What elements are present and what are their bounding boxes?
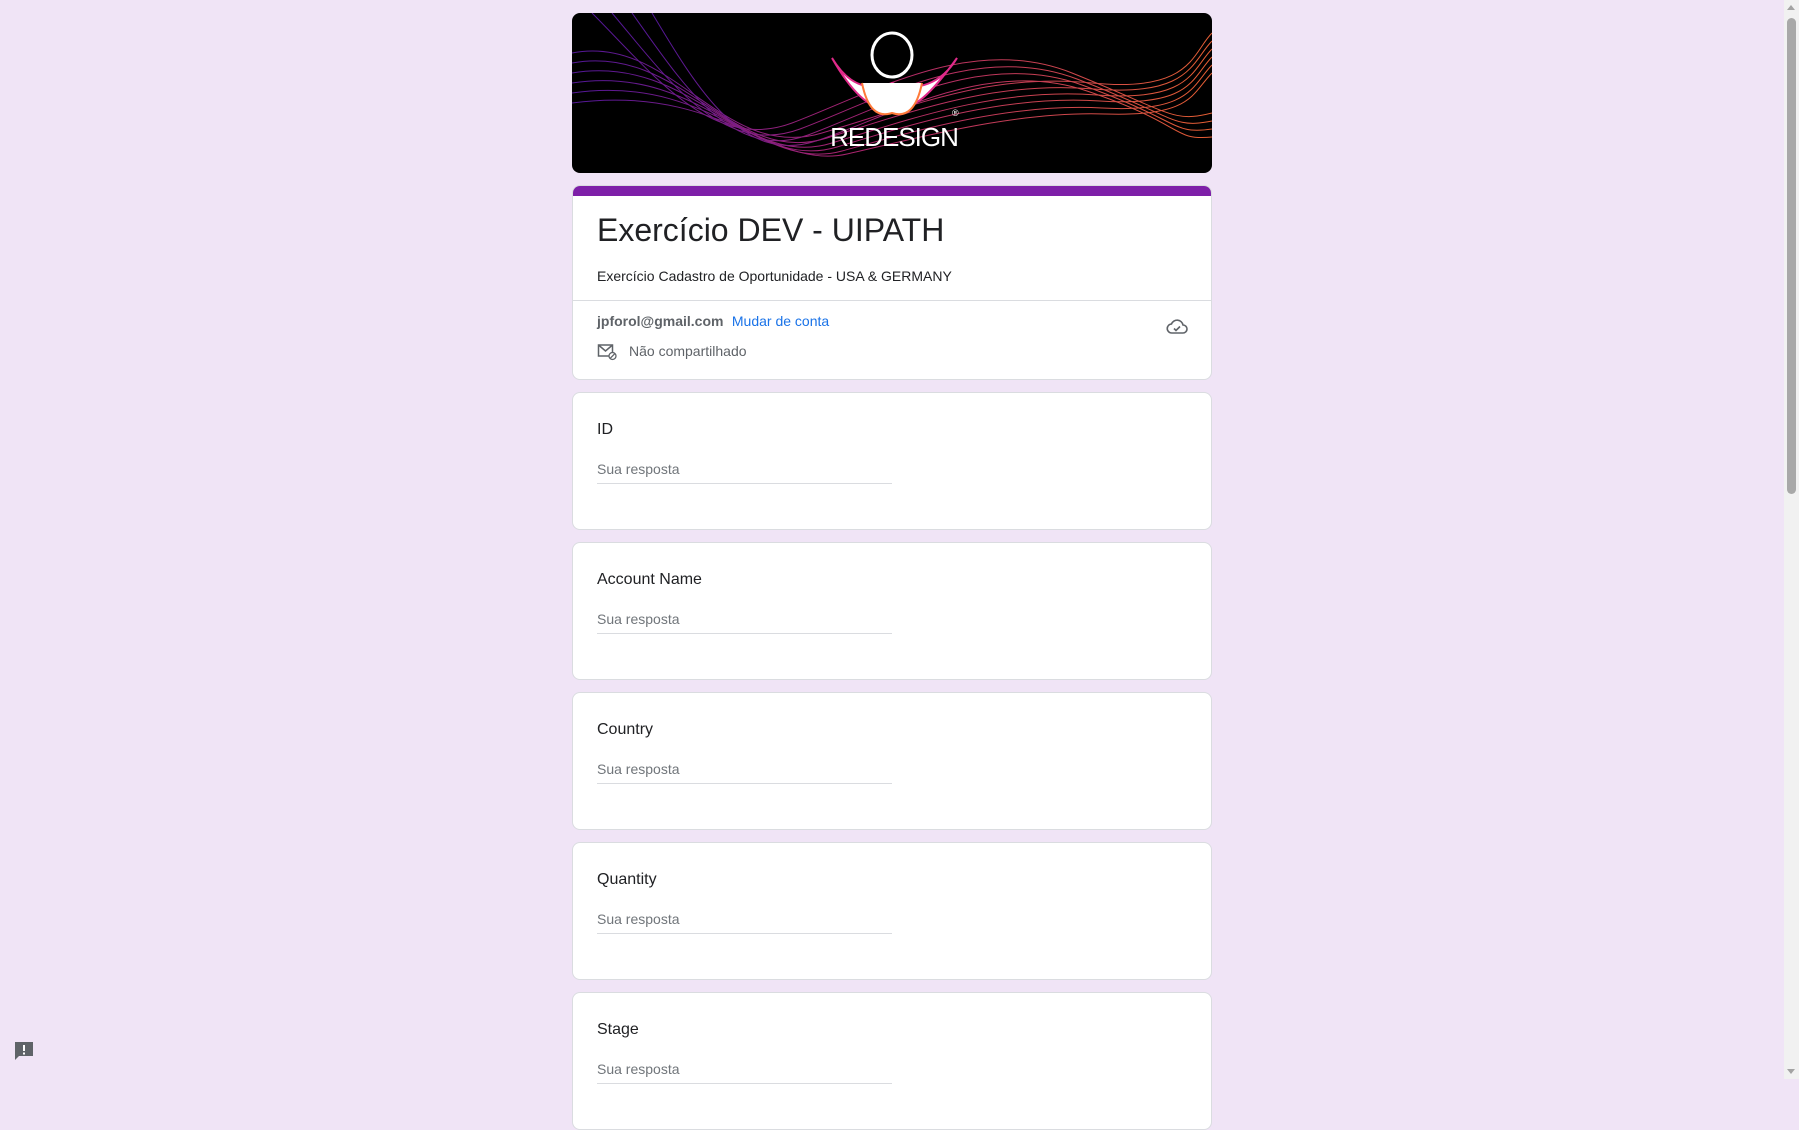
logo-text: REDESIGN <box>830 122 958 152</box>
form-title: Exercício DEV - UIPATH <box>597 212 945 248</box>
question-label: Quantity <box>597 871 657 888</box>
title-card: Exercício DEV - UIPATH Exercício Cadastr… <box>572 185 1212 380</box>
cloud-icon[interactable] <box>1165 315 1189 339</box>
answer-input-country[interactable] <box>597 761 892 784</box>
registered-mark: ® <box>952 108 959 118</box>
title-accent-bar <box>573 186 1211 196</box>
question-label: Country <box>597 721 654 738</box>
question-card-stage: Stage <box>572 992 1212 1130</box>
logo-figure <box>831 31 958 116</box>
question-label: Stage <box>597 1021 639 1038</box>
scroll-up-arrow[interactable] <box>1787 5 1795 10</box>
answer-input-stage[interactable] <box>597 1061 892 1084</box>
question-card-account-name: Account Name <box>572 542 1212 680</box>
share-status-row: Não compartilhado <box>597 341 1187 361</box>
answer-input-quantity[interactable] <box>597 911 892 934</box>
account-email: jpforol@gmail.com <box>597 313 724 329</box>
scroll-thumb[interactable] <box>1787 18 1796 494</box>
title-section: Exercício DEV - UIPATH Exercício Cadastr… <box>573 196 1211 301</box>
mail-icon <box>597 344 617 361</box>
banner-art: REDESIGN ® <box>572 13 1212 157</box>
scrollbar[interactable] <box>1784 0 1799 1079</box>
question-card-country: Country <box>572 692 1212 830</box>
form-description: Exercício Cadastro de Oportunidade - USA… <box>597 268 952 284</box>
question-card-id: ID <box>572 392 1212 530</box>
header-banner: REDESIGN ® <box>572 13 1212 173</box>
scroll-down-arrow[interactable] <box>1787 1069 1795 1074</box>
account-section: jpforol@gmail.com Mudar de conta Não com… <box>573 301 1211 379</box>
question-card-quantity: Quantity <box>572 842 1212 980</box>
question-label: Account Name <box>597 571 702 588</box>
answer-input-account-name[interactable] <box>597 611 892 634</box>
form-column: REDESIGN ® Exercício DEV - UIPATH Exercí… <box>572 13 1212 1130</box>
share-status-text: Não compartilhado <box>629 343 747 359</box>
question-label: ID <box>597 421 613 438</box>
feedback-icon[interactable] <box>13 1040 35 1062</box>
switch-account-link[interactable]: Mudar de conta <box>732 313 829 329</box>
answer-input-id[interactable] <box>597 461 892 484</box>
